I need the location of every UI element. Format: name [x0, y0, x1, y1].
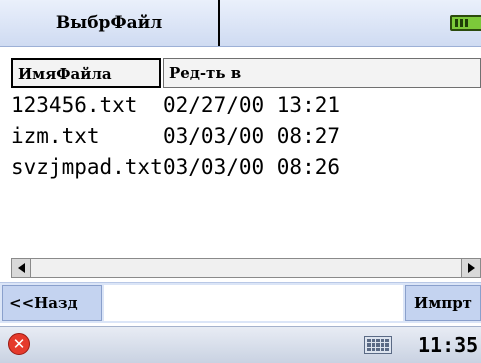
title-bar: ВыбрФайл: [0, 0, 481, 47]
window-title: ВыбрФайл: [0, 0, 220, 46]
keyboard-icon[interactable]: [364, 336, 392, 354]
file-list: 123456.txt 02/27/00 13:21 izm.txt 03/03/00…: [11, 90, 481, 183]
import-button[interactable]: Импрт: [405, 285, 481, 321]
battery-icon: [450, 15, 481, 31]
button-bar-spacer: [104, 285, 403, 321]
file-row[interactable]: svzjmpad.txt03/03/00 08:26: [11, 152, 481, 183]
close-circle-icon[interactable]: ✕: [8, 333, 30, 355]
clock[interactable]: 11:35: [418, 327, 478, 363]
scroll-left-button[interactable]: [12, 259, 31, 277]
title-spacer: [220, 0, 427, 46]
file-modified: 03/03/00 08:26: [163, 155, 341, 179]
back-button[interactable]: <<Назд: [2, 285, 102, 321]
horizontal-scrollbar[interactable]: [11, 258, 481, 278]
file-name: izm.txt: [11, 124, 100, 148]
file-name: 123456.txt: [11, 93, 138, 117]
file-modified: 03/03/00 08:27: [163, 124, 341, 148]
arrow-right-icon: [467, 263, 475, 273]
file-row[interactable]: 123456.txt 02/27/00 13:21: [11, 90, 481, 121]
button-bar: <<Назд Импрт: [0, 282, 481, 323]
file-modified: 02/27/00 13:21: [163, 93, 341, 117]
taskbar: ✕ 11:35: [0, 326, 481, 363]
column-header-name[interactable]: ИмяФайла: [11, 58, 161, 88]
scroll-right-button[interactable]: [461, 259, 480, 277]
file-row[interactable]: izm.txt 03/03/00 08:27: [11, 121, 481, 152]
file-name: svzjmpad.txt: [11, 155, 163, 179]
column-header-modified[interactable]: Ред-ть в: [163, 58, 481, 88]
arrow-left-icon: [17, 263, 25, 273]
